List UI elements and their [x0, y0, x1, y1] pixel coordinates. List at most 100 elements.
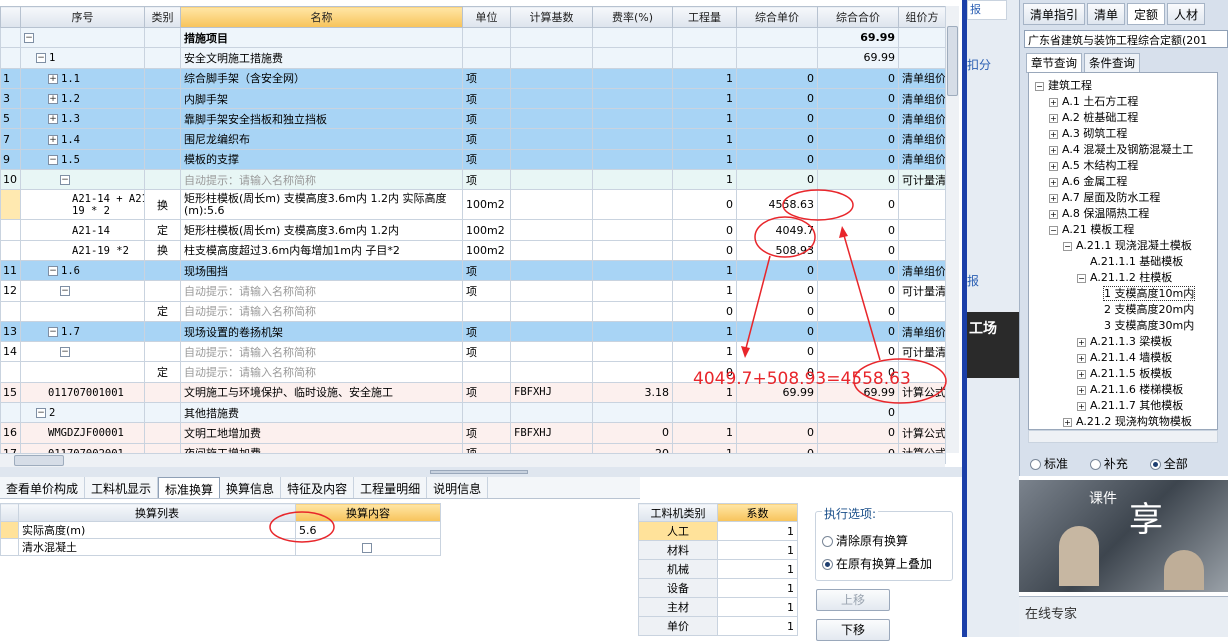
cell-cat[interactable] — [144, 128, 181, 150]
cell-qty[interactable]: 1 — [672, 259, 737, 282]
cell-cat[interactable]: 换 — [144, 239, 181, 261]
cell-qty[interactable]: 1 — [672, 148, 737, 171]
row-code-cell[interactable]: A21-14 — [20, 219, 145, 241]
cell-rate[interactable] — [592, 219, 673, 241]
clear-concrete-checkbox[interactable] — [361, 542, 372, 553]
cell-total[interactable]: 0 — [817, 320, 899, 343]
cell-rate[interactable] — [592, 239, 673, 261]
cell-unit[interactable]: 项 — [462, 320, 511, 343]
cell-extra[interactable] — [898, 189, 946, 221]
cell-qty[interactable] — [672, 402, 737, 424]
cell-cat[interactable] — [144, 87, 181, 110]
cell-extra[interactable] — [898, 219, 946, 241]
collapse-icon[interactable]: − — [24, 33, 34, 44]
header-unit-price[interactable]: 综合单价 — [736, 6, 818, 28]
cell-unit[interactable]: 项 — [462, 280, 511, 302]
cell-name[interactable]: 柱支模高度超过3.6m内每增加1m内 子目*2 — [180, 239, 463, 261]
cell-unit[interactable] — [462, 26, 511, 49]
tree-node[interactable]: + A.1 土石方工程 — [1049, 93, 1138, 109]
online-expert-panel[interactable]: 在线专家 — [1019, 596, 1228, 637]
tab-unit-price-composition[interactable]: 查看单价构成 — [0, 477, 86, 498]
table-row[interactable]: 定自动提示：请输入名称简称 0 0 0 — [0, 300, 946, 322]
cell-base[interactable] — [510, 341, 593, 363]
cell-unit[interactable]: 100m2 — [462, 239, 511, 261]
cell-cat[interactable] — [144, 320, 181, 343]
coef-value[interactable]: 1 — [717, 540, 798, 560]
cell-extra[interactable] — [898, 26, 946, 49]
cell-base[interactable]: FBFXHJ — [510, 422, 593, 444]
cell-extra[interactable] — [898, 402, 946, 424]
cell-name[interactable]: 安全文明施工措施费 — [180, 47, 463, 69]
cell-unit[interactable]: 项 — [462, 381, 511, 404]
table-row[interactable]: 9−1.5 模板的支撑项 1 0 0 清单组价 — [0, 148, 946, 171]
cell-extra[interactable]: 可计量清 — [898, 280, 946, 302]
expand-icon[interactable]: + — [1077, 369, 1086, 379]
tab-labor-material-machine[interactable]: 工料机显示 — [85, 477, 159, 498]
cell-cat[interactable] — [144, 47, 181, 69]
collapse-icon[interactable]: − — [1035, 81, 1044, 91]
cell-total[interactable]: 0 — [817, 128, 899, 150]
coef-value[interactable]: 1 — [717, 559, 798, 579]
cell-qty[interactable]: 1 — [672, 280, 737, 302]
collapse-icon[interactable]: − — [1077, 273, 1086, 283]
cell-qty[interactable]: 0 — [672, 189, 737, 221]
cell-total[interactable]: 0 — [817, 67, 899, 89]
cell-base[interactable] — [510, 402, 593, 424]
collapse-icon[interactable]: − — [1049, 225, 1058, 235]
cell-cat[interactable] — [144, 422, 181, 444]
row-code-cell[interactable]: −1.7 — [20, 320, 145, 343]
cell-cat[interactable] — [144, 108, 181, 130]
tab-quota[interactable]: 定额 — [1127, 3, 1166, 25]
cell-cat[interactable] — [144, 148, 181, 171]
cell-name[interactable]: 围尼龙编织布 — [180, 128, 463, 150]
cell-rate[interactable] — [592, 300, 673, 322]
row-code-cell[interactable]: − — [20, 280, 145, 302]
cell-cat[interactable] — [144, 280, 181, 302]
cell-unit[interactable]: 项 — [462, 87, 511, 110]
cell-cat[interactable]: 定 — [144, 219, 181, 241]
cell-qty[interactable]: 0 — [672, 219, 737, 241]
cell-name[interactable]: 自动提示：请输入名称简称 — [180, 300, 463, 322]
cell-name[interactable]: 靠脚手架安全挡板和独立挡板 — [180, 108, 463, 130]
option-stack[interactable]: 在原有换算上叠加 — [822, 555, 932, 572]
cell-rate[interactable] — [592, 341, 673, 363]
table-row[interactable]: 13−1.7 现场设置的卷扬机架项 1 0 0 清单组价 — [0, 320, 946, 343]
tree-node[interactable]: + A.21.1.3 梁模板 — [1077, 333, 1172, 349]
cell-total[interactable]: 69.99 — [817, 47, 899, 69]
cell-unit[interactable] — [462, 402, 511, 424]
row-code-cell[interactable]: +1.4 — [20, 128, 145, 150]
tab-standard-conversion[interactable]: 标准换算 — [158, 477, 221, 498]
table-row[interactable]: A21-14 + A21-19 * 2换矩形柱模板(周长m) 支模高度3.6m内… — [0, 189, 946, 221]
collapse-icon[interactable]: − — [1063, 241, 1072, 251]
cell-unit[interactable]: 项 — [462, 341, 511, 363]
cell-qty[interactable] — [672, 26, 737, 49]
cell-qty[interactable] — [672, 47, 737, 69]
cell-cat[interactable] — [144, 26, 181, 49]
cell-total[interactable]: 0 — [817, 300, 899, 322]
tree-node[interactable]: + A.21.1.7 其他模板 — [1077, 397, 1183, 413]
cell-base[interactable] — [510, 280, 593, 302]
cell-total[interactable]: 0 — [817, 189, 899, 221]
cell-base[interactable] — [510, 87, 593, 110]
tree-node[interactable]: + A.2 桩基础工程 — [1049, 109, 1138, 125]
expand-icon[interactable]: + — [48, 94, 58, 105]
cell-total[interactable]: 0 — [817, 402, 899, 424]
cell-price[interactable]: 0 — [736, 67, 818, 89]
cell-unit[interactable] — [462, 361, 511, 383]
row-code-cell[interactable]: − — [20, 26, 145, 49]
tree-node[interactable]: + A.3 砌筑工程 — [1049, 125, 1127, 141]
cell-price[interactable]: 0 — [736, 259, 818, 282]
cell-qty[interactable]: 1 — [672, 169, 737, 191]
table-row[interactable]: 11−1.6 现场围挡项 1 0 0 清单组价 — [0, 259, 946, 282]
coef-value[interactable]: 1 — [717, 616, 798, 636]
expand-icon[interactable]: + — [1077, 337, 1086, 347]
cell-price[interactable]: 4049.7 — [736, 219, 818, 241]
cell-qty[interactable]: 1 — [672, 341, 737, 363]
radio-selected-icon[interactable] — [822, 559, 833, 570]
cell-base[interactable] — [510, 169, 593, 191]
cell-price[interactable]: 0 — [736, 300, 818, 322]
collapse-icon[interactable]: − — [48, 154, 58, 165]
tree-node[interactable]: − A.21 模板工程 — [1049, 221, 1134, 237]
row-code-cell[interactable]: A21-14 + A21-19 * 2 — [20, 189, 145, 221]
cell-name[interactable]: 自动提示：请输入名称简称 — [180, 280, 463, 302]
